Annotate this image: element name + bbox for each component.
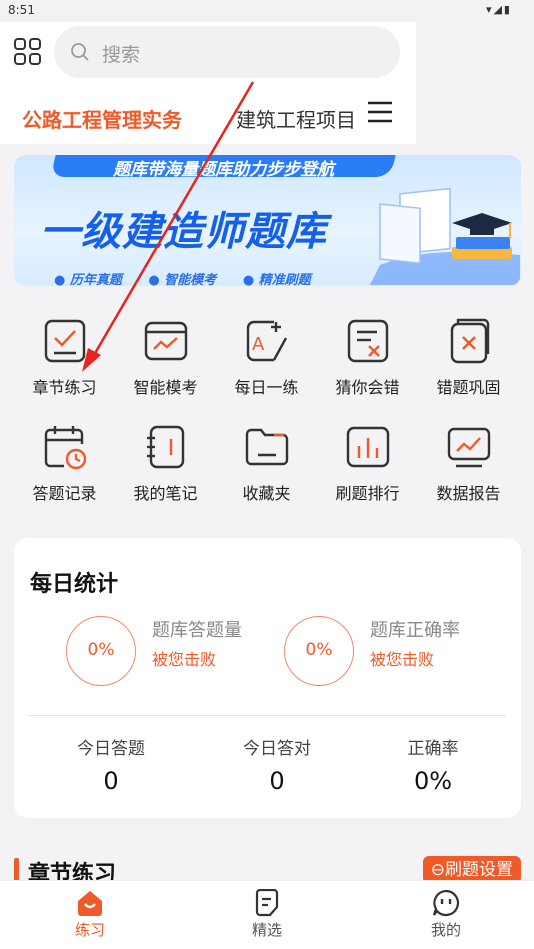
apps-grid-icon[interactable] bbox=[14, 38, 42, 66]
tool-label: 收藏夹 bbox=[242, 484, 291, 503]
tool-label: 数据报告 bbox=[436, 484, 501, 503]
category-tabs: 公路工程管理实务 建筑工程项目 bbox=[22, 104, 356, 133]
tool-my-notes[interactable]: 我的笔记 bbox=[115, 424, 216, 504]
daily-practice-icon: A bbox=[246, 320, 287, 362]
stat-label: 今日答题 bbox=[77, 739, 145, 759]
category-tab-active[interactable]: 公路工程管理实务 bbox=[22, 108, 182, 132]
banner-title: 一级建造师题库 bbox=[40, 209, 327, 255]
data-report-icon bbox=[447, 427, 490, 468]
tab-label: 我的 bbox=[430, 921, 461, 939]
tool-daily-practice[interactable]: A 每日一练 bbox=[216, 318, 317, 398]
status-bar: 8:51 ▾◢▮ bbox=[0, 0, 534, 22]
tool-label: 刷题排行 bbox=[335, 484, 400, 503]
bank-accuracy-label: 题库正确率 bbox=[370, 620, 460, 641]
bank-accuracy-ring: 0% bbox=[284, 616, 354, 686]
search-icon bbox=[71, 43, 89, 61]
bank-count-ring: 0% bbox=[66, 616, 136, 686]
book-graduation-cap-illustration bbox=[370, 187, 520, 285]
tab-featured[interactable]: 精选 bbox=[207, 889, 327, 940]
search-placeholder: 搜索 bbox=[102, 44, 141, 66]
tab-practice[interactable]: 练习 bbox=[30, 889, 150, 940]
promo-banner[interactable]: 题库带海量题库助力步步登航 一级建造师题库 ● 历年真题 ● 智能模考 ● 精准… bbox=[14, 155, 521, 286]
practice-home-icon bbox=[78, 891, 102, 916]
tool-chapter-practice[interactable]: 章节练习 bbox=[14, 318, 115, 398]
stat-label: 正确率 bbox=[407, 739, 459, 759]
featured-icon bbox=[255, 889, 279, 917]
tool-guess-wrong[interactable]: 猜你会错 bbox=[317, 318, 418, 398]
daily-stats-card: 每日统计 0% 题库答题量 被您击败 0% 题库正确率 被您击败 今日答题 0 … bbox=[14, 538, 521, 818]
wrong-review-icon bbox=[450, 318, 489, 364]
chapter-check-icon bbox=[44, 319, 85, 363]
bottom-tab-bar: 练习 精选 我的 bbox=[0, 880, 534, 949]
banner-tags: ● 历年真题 ● 智能模考 ● 精准刷题 bbox=[54, 269, 333, 286]
banner-tag: ● 历年真题 bbox=[54, 273, 122, 286]
banner-tag: ● 精准刷题 bbox=[242, 273, 311, 286]
svg-text:A: A bbox=[252, 334, 265, 355]
bank-count-sub: 被您击败 bbox=[152, 650, 217, 669]
guess-wrong-icon bbox=[347, 319, 388, 363]
tool-data-report[interactable]: 数据报告 bbox=[418, 424, 519, 504]
search-bar[interactable]: 搜索 bbox=[54, 26, 400, 78]
tool-label: 每日一练 bbox=[234, 378, 299, 397]
stat-value: 0% bbox=[413, 767, 453, 795]
quiz-settings-label: 刷题设置 bbox=[445, 860, 513, 880]
notes-icon bbox=[146, 425, 184, 469]
banner-slogan-ribbon: 题库带海量题库助力步步登航 bbox=[50, 155, 398, 180]
bank-accuracy-sub: 被您击败 bbox=[370, 650, 435, 669]
stats-divider bbox=[28, 715, 506, 716]
menu-icon[interactable] bbox=[366, 100, 394, 124]
tool-answer-record[interactable]: 答题记录 bbox=[14, 424, 115, 504]
daily-stats-title: 每日统计 bbox=[30, 572, 119, 597]
tab-profile[interactable]: 我的 bbox=[386, 889, 506, 940]
section-accent-bar bbox=[14, 858, 19, 882]
profile-chat-icon bbox=[432, 889, 460, 917]
category-tab-other[interactable]: 建筑工程项目 bbox=[236, 104, 358, 133]
tool-label: 我的笔记 bbox=[133, 484, 198, 503]
status-icons: ▾◢▮ bbox=[485, 3, 512, 16]
tool-label: 答题记录 bbox=[32, 484, 97, 503]
stat-value: 0 bbox=[269, 767, 285, 795]
banner-slogan: 题库带海量题库助力步步登航 bbox=[113, 160, 335, 180]
stat-value: 0 bbox=[103, 767, 119, 795]
today-correct: 今日答对 0 bbox=[202, 734, 352, 795]
tool-label: 章节练习 bbox=[32, 378, 97, 397]
tool-label: 错题巩固 bbox=[436, 378, 501, 397]
tab-label: 精选 bbox=[251, 921, 282, 939]
settings-minus-icon: ⊖ bbox=[430, 860, 445, 880]
banner-tag: ● 智能模考 bbox=[148, 273, 217, 286]
today-answered: 今日答题 0 bbox=[36, 734, 186, 795]
bank-count-label: 题库答题量 bbox=[152, 620, 242, 641]
folder-icon bbox=[245, 428, 288, 466]
tool-ranking[interactable]: 刷题排行 bbox=[317, 424, 418, 504]
tool-favorites[interactable]: 收藏夹 bbox=[216, 424, 317, 504]
smart-exam-icon bbox=[144, 321, 187, 361]
tab-label: 练习 bbox=[74, 921, 105, 939]
tool-label: 猜你会错 bbox=[335, 378, 400, 397]
tool-label: 智能模考 bbox=[133, 378, 198, 397]
ranking-icon bbox=[346, 426, 389, 468]
answer-record-icon bbox=[44, 426, 86, 470]
stat-label: 今日答对 bbox=[243, 739, 311, 759]
tool-smart-exam[interactable]: 智能模考 bbox=[115, 318, 216, 398]
tool-wrong-review[interactable]: 错题巩固 bbox=[418, 318, 519, 398]
top-header: 搜索 公路工程管理实务 建筑工程项目 bbox=[0, 22, 416, 144]
status-time: 8:51 bbox=[8, 3, 35, 17]
today-accuracy: 正确率 0% bbox=[358, 734, 508, 795]
